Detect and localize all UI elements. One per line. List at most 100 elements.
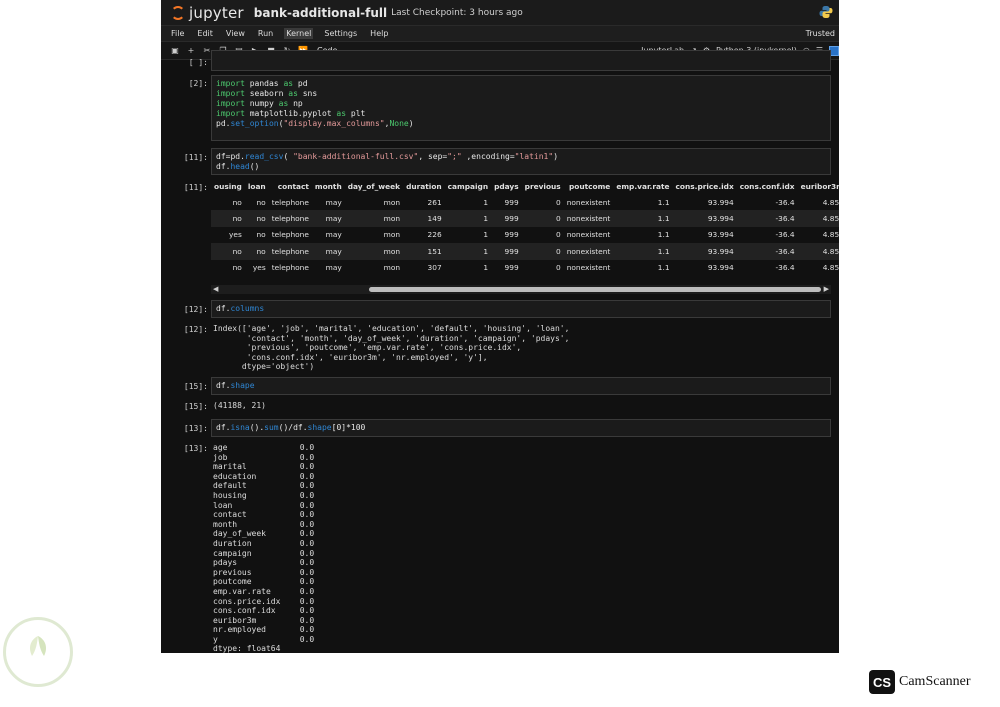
cell-prompt: [ ]: [188,58,208,67]
table-cell: nonexistent [566,197,611,207]
code-token: ()/df. [278,423,308,432]
column-header: poutcome [568,181,611,191]
code-token: [0]*100 [331,423,366,432]
menu-kernel[interactable]: Kernel [284,28,314,39]
code-input-shape[interactable]: df.shape [211,377,831,395]
table-cell: mon [383,263,401,273]
column-header: duration [406,181,442,191]
scroll-right-icon[interactable]: ▶ [824,285,829,294]
horizontal-scrollbar[interactable]: ◀ ▶ [211,285,831,294]
table-cell: nonexistent [563,210,614,227]
code-input-columns[interactable]: df.columns [211,300,831,318]
column-header: cons.conf.idx [739,181,795,191]
jupyter-logo[interactable]: jupyter [171,4,244,22]
code-token: matplotlib.pyplot [244,109,337,118]
cell-prompt: [12]: [183,305,208,314]
code-line: import numpy as np [216,99,826,109]
code-block: df.shape [216,381,826,391]
code-token: as [288,89,298,98]
table-cell: 4.857 [822,263,839,273]
table-cell: -36.4 [775,263,795,273]
trusted-badge[interactable]: Trusted [806,29,835,38]
table-cell: no [256,197,266,207]
save-icon[interactable]: ▣ [167,46,183,55]
table-cell: 1 [483,263,489,273]
code-line: import matplotlib.pyplot as plt [216,109,826,119]
code-block: df=pd.read_csv( "bank-additional-full.cs… [216,152,826,172]
code-token: columns [230,304,265,313]
code-token: import [216,99,245,108]
table-row: no yes telephone may mon 307 1 999 0 nonexistent 1… [211,260,839,276]
table-cell: nonexistent [566,230,611,240]
code-input-read-csv[interactable]: df=pd.read_csv( "bank-additional-full.cs… [211,148,831,175]
title-bar: jupyter bank-additional-full Last Checkp… [161,0,839,25]
camscanner-label: CamScanner [899,674,971,689]
menu-bar: File Edit View Run Kernel Settings Help … [161,25,839,41]
menu-file[interactable]: File [169,28,186,39]
code-token: ( [283,152,294,161]
code-token: import [216,109,245,118]
code-input-empty[interactable] [211,50,831,71]
notebook-name[interactable]: bank-additional-full [254,6,387,20]
table-cell: 307 [427,263,442,273]
table-cell: may [325,263,342,273]
code-token: np [288,99,303,108]
table-cell: 1.1 [657,230,670,240]
table-cell: mon [383,230,401,240]
code-line: df.head() [216,162,826,172]
isna-output: age 0.0 job 0.0 marital 0.0 education 0.… [213,443,315,653]
table-cell: may [311,243,345,260]
table-cell: 999 [491,210,522,227]
output-prompt: [12]: [183,325,208,334]
code-input-imports[interactable]: import pandas as pd import seaborn as sns… [211,75,831,141]
code-token: as [336,109,347,118]
table-cell: -36.4 [736,243,798,260]
add-cell-icon[interactable]: + [183,46,199,55]
table-cell: 93.994 [672,243,737,260]
code-token: "bank-additional-full.csv" [293,152,419,161]
table-cell: 151 [403,243,445,260]
code-token: df. [216,162,231,171]
jupyter-logo-icon [171,5,185,20]
checkpoint-status: Last Checkpoint: 3 hours ago [391,7,523,18]
menu-help[interactable]: Help [368,28,390,39]
table-cell: 0 [556,263,561,273]
code-block: df.columns [216,304,826,314]
code-token: seaborn [244,89,289,98]
menu-edit[interactable]: Edit [195,28,215,39]
scrollbar-thumb[interactable] [369,287,821,292]
scroll-left-icon[interactable]: ◀ [213,285,218,294]
table-cell: may [311,210,345,227]
column-header: loan [247,181,266,191]
notebook-window: jupyter bank-additional-full Last Checkp… [161,0,839,653]
table-cell: 999 [491,243,522,260]
code-token: ,encoding= [461,152,515,161]
column-header: previous [524,181,561,191]
code-block: import pandas as pd import seaborn as sns… [216,79,826,129]
table-cell: no [232,263,242,273]
code-line: import pandas as pd [216,79,826,89]
code-token: , sep= [418,152,448,161]
code-token: () [249,162,260,171]
column-header: pdays [494,181,519,191]
shape-output: (41188, 21) [213,401,266,410]
menu-view[interactable]: View [224,28,247,39]
table-cell: telephone [268,243,312,260]
output-prompt: [13]: [183,444,208,453]
table-cell: 93.994 [707,263,734,273]
table-cell: 93.994 [672,210,737,227]
table-header-row: ousing loan contact month day_of_week duratio… [211,178,839,194]
table-cell: 1 [444,210,492,227]
code-token: numpy [244,99,279,108]
menu-run[interactable]: Run [256,28,275,39]
menu-settings[interactable]: Settings [322,28,359,39]
code-token: import [216,89,245,98]
table-cell: 1.1 [613,243,673,260]
table-cell: 0 [556,197,561,207]
table-cell: 1.1 [657,263,670,273]
code-token: as [283,79,294,88]
table-cell: may [325,230,342,240]
cell-prompt: [2]: [188,79,208,88]
table-cell: mon [383,197,401,207]
code-input-isna[interactable]: df.isna().sum()/df.shape[0]*100 [211,419,831,437]
